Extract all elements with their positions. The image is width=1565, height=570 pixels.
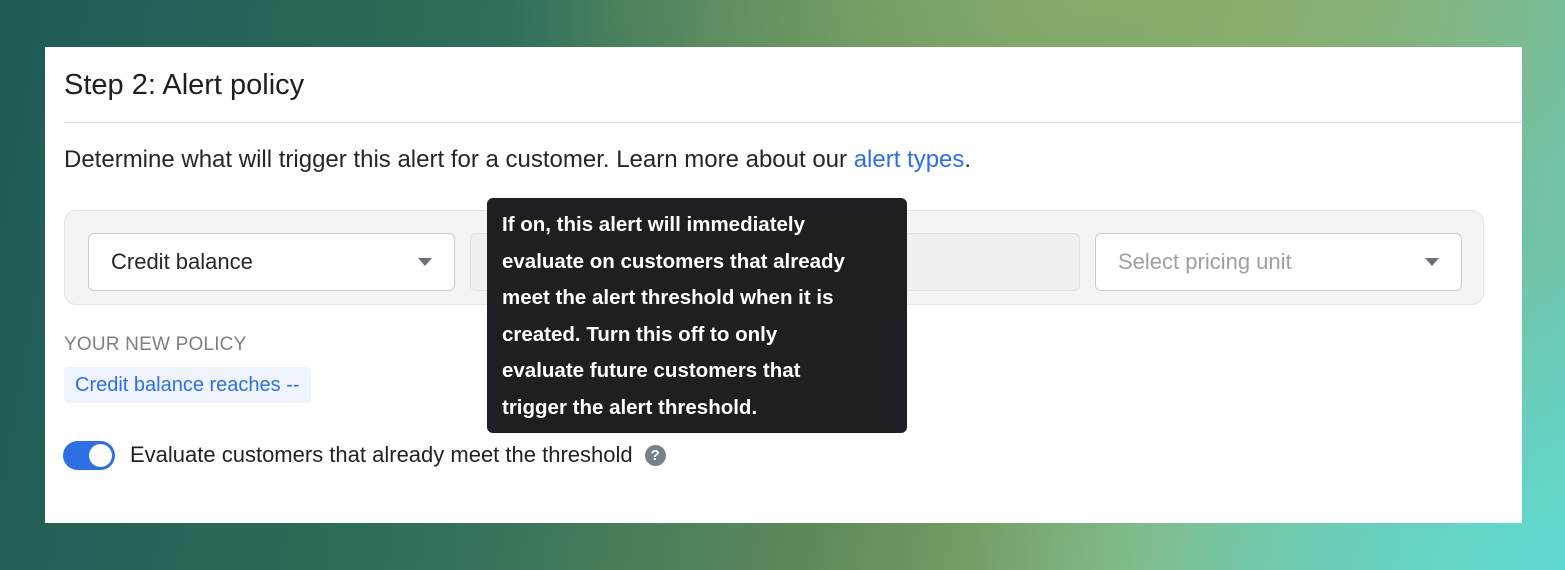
section-description: Determine what will trigger this alert f…: [64, 145, 971, 175]
section-title: Step 2: Alert policy: [64, 69, 305, 101]
tooltip-line: created. Turn this off to only: [502, 322, 778, 346]
evaluate-existing-toggle[interactable]: [63, 440, 115, 470]
policy-summary-label: YOUR NEW POLICY: [64, 334, 247, 355]
question-mark-icon[interactable]: ?: [644, 444, 666, 466]
tooltip-line: If on, this alert will immediately: [502, 213, 806, 236]
description-text: Determine what will trigger this alert f…: [64, 146, 854, 173]
tooltip-line: evaluate future customers that: [502, 359, 801, 382]
evaluate-existing-label: Evaluate customers that already meet the…: [130, 442, 633, 467]
caret-down-icon: [1425, 258, 1439, 266]
description-suffix: .: [964, 146, 972, 173]
alert-type-select[interactable]: Credit balance: [88, 233, 455, 291]
help-tooltip: If on, this alert will immediately evalu…: [487, 198, 907, 433]
evaluate-existing-row: Evaluate customers that already meet the…: [63, 440, 666, 470]
tooltip-line: trigger the alert threshold.: [502, 395, 758, 419]
pricing-unit-placeholder: Select pricing unit: [1118, 249, 1292, 274]
title-divider: [64, 122, 1522, 123]
toggle-knob: [89, 443, 112, 467]
alert-types-link[interactable]: alert types: [854, 146, 965, 173]
caret-down-icon: [418, 258, 432, 266]
policy-summary-chip: Credit balance reaches --: [64, 367, 311, 403]
alert-type-value: Credit balance: [111, 249, 253, 274]
tooltip-line: meet the alert threshold when it is: [502, 286, 834, 309]
pricing-unit-select[interactable]: Select pricing unit: [1095, 233, 1462, 291]
tooltip-line: evaluate on customers that already: [502, 249, 845, 273]
